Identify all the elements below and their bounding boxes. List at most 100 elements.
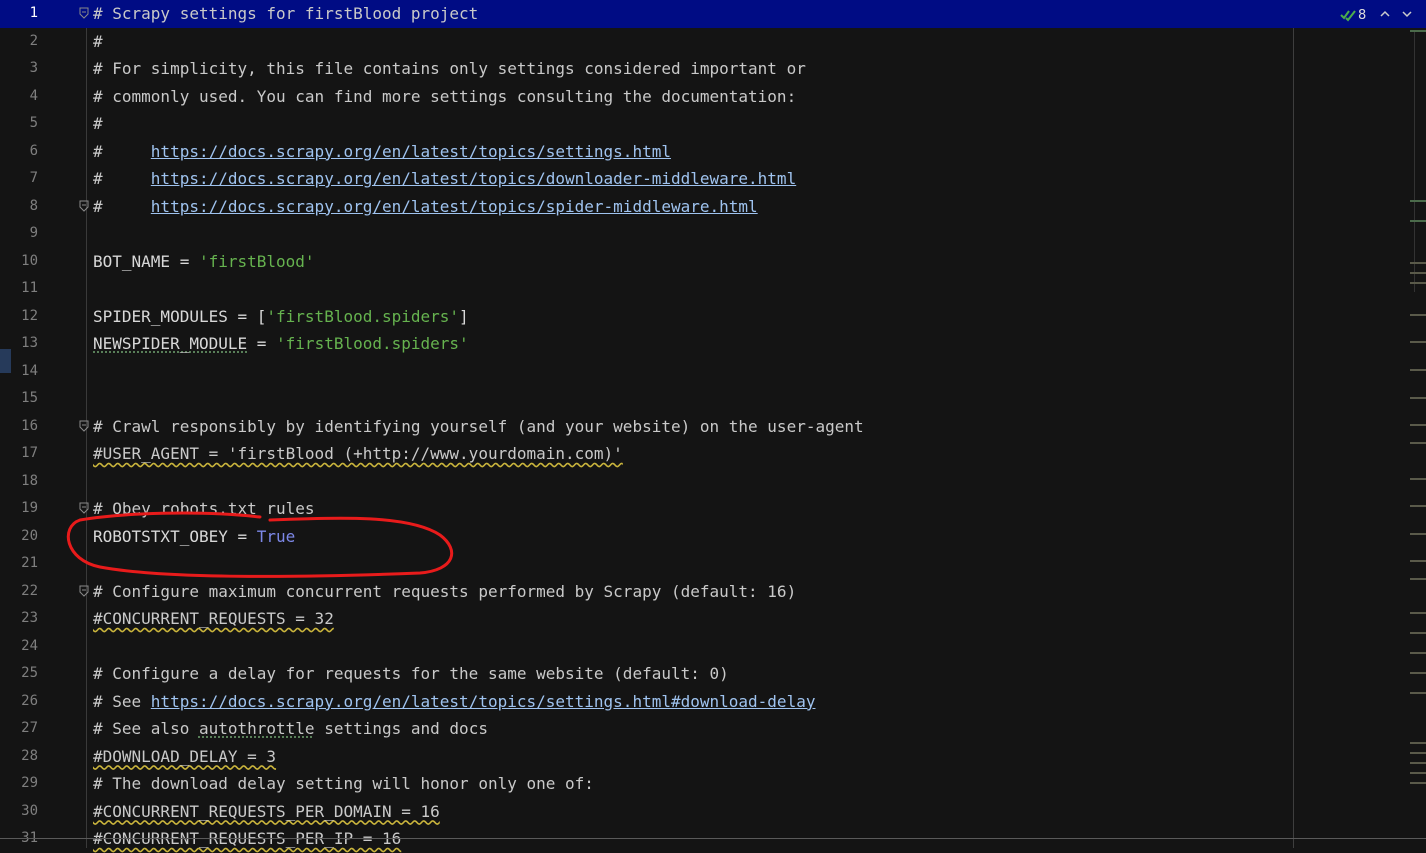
code-text[interactable]: #CONCURRENT_REQUESTS_PER_DOMAIN = 16 <box>93 798 440 826</box>
stripe-mark[interactable] <box>1410 314 1426 316</box>
gutter[interactable]: 7 <box>0 165 70 193</box>
stripe-mark[interactable] <box>1410 772 1426 774</box>
code-line[interactable]: 28 #DOWNLOAD_DELAY = 3 <box>0 743 1426 771</box>
gutter[interactable]: 9 <box>0 220 70 248</box>
code-line[interactable]: 29 # The download delay setting will hono… <box>0 770 1426 798</box>
code-text[interactable]: # Configure a delay for requests for the… <box>93 660 729 688</box>
gutter[interactable]: 16 <box>0 413 70 441</box>
gutter[interactable]: 6 <box>0 138 70 166</box>
stripe-mark[interactable] <box>1410 369 1426 371</box>
gutter[interactable]: 3 <box>0 55 70 83</box>
stripe-mark[interactable] <box>1410 632 1426 634</box>
stripe-mark[interactable] <box>1410 762 1426 764</box>
code-line[interactable]: 18 <box>0 468 1426 496</box>
stripe-mark[interactable] <box>1410 424 1426 426</box>
stripe-mark[interactable] <box>1410 533 1426 535</box>
code-text[interactable]: # https://docs.scrapy.org/en/latest/topi… <box>93 138 671 166</box>
stripe-mark[interactable] <box>1410 692 1426 694</box>
stripe-mark[interactable] <box>1410 442 1426 444</box>
gutter[interactable]: 5 <box>0 110 70 138</box>
gutter[interactable]: 23 <box>0 605 70 633</box>
code-line[interactable]: 24 <box>0 633 1426 661</box>
code-text[interactable]: # Crawl responsibly by identifying yours… <box>93 413 864 441</box>
gutter[interactable]: 4 <box>0 83 70 111</box>
code-text[interactable]: NEWSPIDER_MODULE = 'firstBlood.spiders' <box>93 330 469 358</box>
url-link[interactable]: https://docs.scrapy.org/en/latest/topics… <box>151 197 758 216</box>
gutter[interactable]: 10 <box>0 248 70 276</box>
double-check-icon[interactable] <box>1340 8 1356 26</box>
stripe-mark[interactable] <box>1410 672 1426 674</box>
code-line[interactable]: 26 # See https://docs.scrapy.org/en/lates… <box>0 688 1426 716</box>
gutter[interactable]: 30 <box>0 798 70 826</box>
code-text[interactable]: # <box>93 28 103 56</box>
gutter[interactable]: 14 <box>0 358 70 386</box>
code-line[interactable]: 25 # Configure a delay for requests for t… <box>0 660 1426 688</box>
code-text[interactable]: # Scrapy settings for firstBlood project <box>93 0 478 28</box>
stripe-mark[interactable] <box>1410 752 1426 754</box>
stripe-mark[interactable] <box>1410 341 1426 343</box>
gutter[interactable]: 17 <box>0 440 70 468</box>
code-line[interactable]: 27 # See also autothrottle settings and d… <box>0 715 1426 743</box>
chevron-up-icon[interactable] <box>1379 8 1391 24</box>
code-line[interactable]: 8 # https://docs.scrapy.org/en/latest/top… <box>0 193 1426 221</box>
stripe-mark[interactable] <box>1410 397 1426 399</box>
stripe-mark[interactable] <box>1410 272 1426 274</box>
stripe-mark[interactable] <box>1410 200 1426 202</box>
fold-icon[interactable] <box>79 200 89 212</box>
gutter[interactable]: 18 <box>0 468 70 496</box>
url-link[interactable]: https://docs.scrapy.org/en/latest/topics… <box>151 142 671 161</box>
code-text[interactable]: # See https://docs.scrapy.org/en/latest/… <box>93 688 815 716</box>
gutter[interactable]: 15 <box>0 385 70 413</box>
gutter[interactable]: 27 <box>0 715 70 743</box>
code-line[interactable]: 12 SPIDER_MODULES = ['firstBlood.spiders'… <box>0 303 1426 331</box>
stripe-mark[interactable] <box>1410 560 1426 562</box>
code-line[interactable]: 4 # commonly used. You can find more sett… <box>0 83 1426 111</box>
stripe-mark[interactable] <box>1410 30 1426 32</box>
code-line[interactable]: 30 #CONCURRENT_REQUESTS_PER_DOMAIN = 16 <box>0 798 1426 826</box>
code-text[interactable]: # See also autothrottle settings and doc… <box>93 715 488 743</box>
stripe-mark[interactable] <box>1410 652 1426 654</box>
code-line[interactable]: 7 # https://docs.scrapy.org/en/latest/top… <box>0 165 1426 193</box>
code-line[interactable]: 11 <box>0 275 1426 303</box>
gutter[interactable]: 11 <box>0 275 70 303</box>
code-line[interactable]: 3 # For simplicity, this file contains on… <box>0 55 1426 83</box>
gutter[interactable]: 1 <box>0 0 70 28</box>
code-editor[interactable]: 1 # Scrapy settings for firstBlood projec… <box>0 0 1426 848</box>
code-text[interactable]: # https://docs.scrapy.org/en/latest/topi… <box>93 165 796 193</box>
code-text[interactable]: # The download delay setting will honor … <box>93 770 594 798</box>
stripe-mark[interactable] <box>1410 262 1426 264</box>
code-line[interactable]: 10 BOT_NAME = 'firstBlood' <box>0 248 1426 276</box>
code-text[interactable]: #DOWNLOAD_DELAY = 3 <box>93 743 276 771</box>
stripe-mark[interactable] <box>1410 612 1426 614</box>
code-text[interactable]: # commonly used. You can find more setti… <box>93 83 796 111</box>
gutter[interactable]: 29 <box>0 770 70 798</box>
code-line[interactable]: 5 # <box>0 110 1426 138</box>
code-text[interactable]: BOT_NAME = 'firstBlood' <box>93 248 315 276</box>
code-text[interactable]: # For simplicity, this file contains onl… <box>93 55 806 83</box>
code-text[interactable]: # https://docs.scrapy.org/en/latest/topi… <box>93 193 758 221</box>
code-line[interactable]: 1 # Scrapy settings for firstBlood projec… <box>0 0 1426 28</box>
code-line[interactable]: 17 #USER_AGENT = 'firstBlood (+http://www… <box>0 440 1426 468</box>
fold-icon[interactable] <box>79 420 89 432</box>
stripe-mark[interactable] <box>1410 505 1426 507</box>
chevron-down-icon[interactable] <box>1401 8 1413 24</box>
code-text[interactable]: # <box>93 110 103 138</box>
stripe-mark[interactable] <box>1410 282 1426 284</box>
gutter[interactable]: 2 <box>0 28 70 56</box>
code-line[interactable]: 6 # https://docs.scrapy.org/en/latest/top… <box>0 138 1426 166</box>
code-line[interactable]: 16 # Crawl responsibly by identifying you… <box>0 413 1426 441</box>
code-text[interactable]: SPIDER_MODULES = ['firstBlood.spiders'] <box>93 303 469 331</box>
gutter[interactable]: 8 <box>0 193 70 221</box>
code-text[interactable]: #CONCURRENT_REQUESTS = 32 <box>93 605 334 633</box>
stripe-mark[interactable] <box>1410 782 1426 784</box>
gutter[interactable]: 24 <box>0 633 70 661</box>
stripe-mark[interactable] <box>1410 478 1426 480</box>
fold-icon[interactable] <box>79 585 89 597</box>
stripe-mark[interactable] <box>1410 220 1426 222</box>
code-line[interactable]: 14 <box>0 358 1426 386</box>
gutter[interactable]: 25 <box>0 660 70 688</box>
code-line[interactable]: 2 # <box>0 28 1426 56</box>
inspection-widget[interactable]: 8 <box>1337 6 1423 26</box>
gutter[interactable]: 13 <box>0 330 70 358</box>
gutter[interactable]: 26 <box>0 688 70 716</box>
